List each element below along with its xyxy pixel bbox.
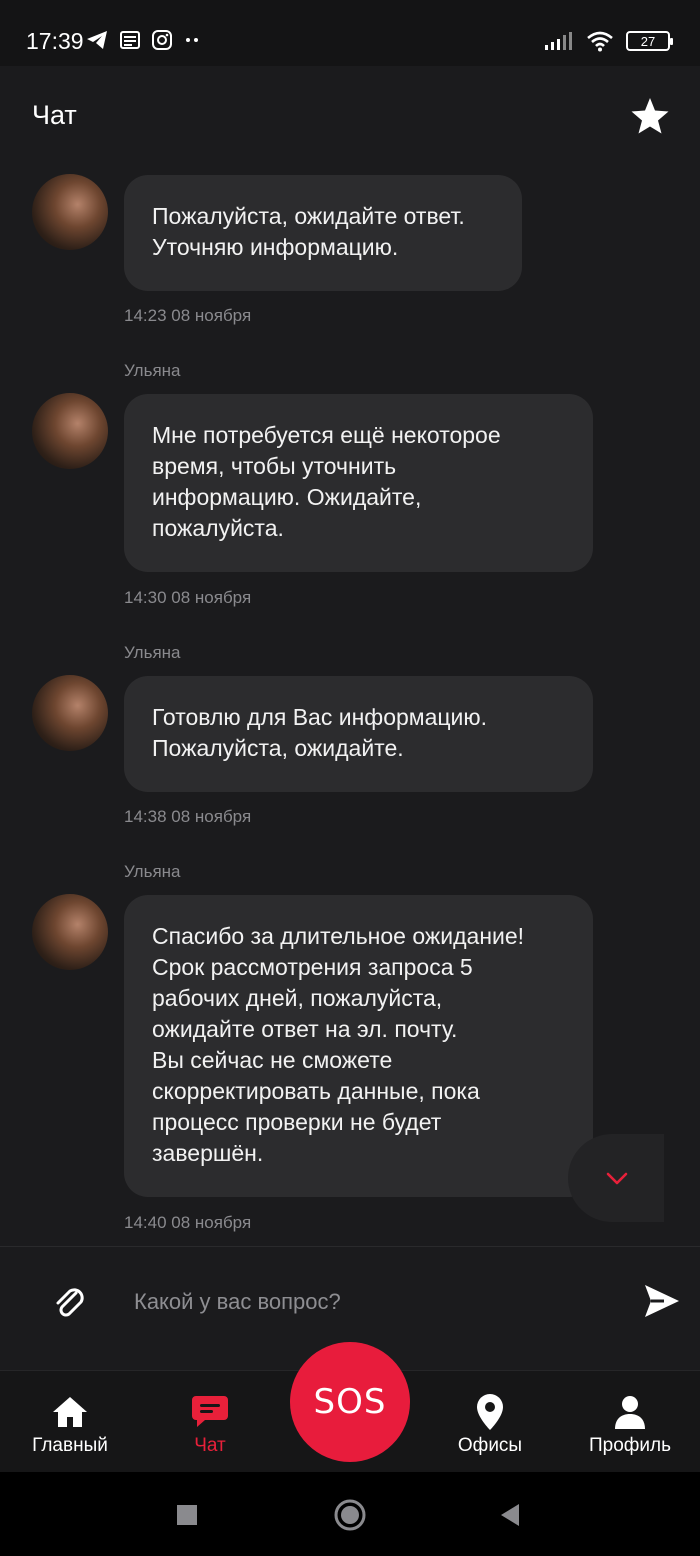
message-timestamp: 14:23 08 ноября xyxy=(124,306,252,325)
wifi-icon xyxy=(587,31,613,52)
message-line: Спасибо за длительное ожидание! xyxy=(152,923,525,949)
instagram-icon xyxy=(152,30,172,50)
message-line: Пожалуйста, ожидайте ответ. xyxy=(152,203,465,229)
message-bubble: Пожалуйста, ожидайте ответ. Уточняю инфо… xyxy=(124,175,522,291)
paperclip-icon[interactable] xyxy=(48,1281,92,1325)
message-timestamp: 14:30 08 ноября xyxy=(124,588,252,607)
news-icon xyxy=(120,31,140,49)
agent-avatar xyxy=(32,675,108,751)
message-bubble: Мне потребуется ещё некоторое время, что… xyxy=(124,394,593,572)
chat-header: Чат xyxy=(0,66,700,166)
agent-avatar xyxy=(32,393,108,469)
message-line: информацию. Ожидайте, xyxy=(152,484,422,510)
message-line: Срок рассмотрения запроса 5 xyxy=(152,954,473,980)
system-navigation-bar xyxy=(0,1472,700,1556)
send-icon[interactable] xyxy=(642,1281,682,1321)
sender-name: Ульяна xyxy=(124,361,181,380)
nav-offices-label: Офисы xyxy=(457,1435,523,1456)
message-line: пожалуйста. xyxy=(152,515,284,541)
telegram-icon xyxy=(87,31,107,49)
nav-home-label: Главный xyxy=(32,1435,108,1456)
nav-profile[interactable]: Профиль xyxy=(560,1371,700,1473)
message-line: Мне потребуется ещё некоторое xyxy=(152,422,501,448)
battery-indicator: 27 xyxy=(626,31,673,51)
status-time: 17:39 xyxy=(26,28,84,54)
more-dots-icon xyxy=(186,38,198,42)
message-bubble: Спасибо за длительное ожидание! Срок рас… xyxy=(124,895,593,1197)
message-line: процесс проверки не будет xyxy=(152,1109,442,1135)
back-icon[interactable] xyxy=(494,1498,528,1532)
system-status-icons: 27 xyxy=(544,30,673,52)
message-timestamp: 14:38 08 ноября xyxy=(124,807,252,826)
nav-chat[interactable]: Чат xyxy=(140,1371,280,1473)
message-bubble: Готовлю для Вас информацию. Пожалуйста, … xyxy=(124,676,593,792)
message-line: скорректировать данные, пока xyxy=(152,1078,480,1104)
message-line: Вы сейчас не сможете xyxy=(152,1047,393,1073)
message-line: Уточняю информацию. xyxy=(152,234,399,260)
message-line: рабочих дней, пожалуйста, xyxy=(152,985,443,1011)
chat-icon xyxy=(192,1396,228,1427)
agent-avatar xyxy=(32,894,108,970)
message-line: Пожалуйста, ожидайте. xyxy=(152,735,404,761)
nav-home[interactable]: Главный xyxy=(0,1371,140,1473)
agent-avatar xyxy=(32,174,108,250)
page-title: Чат xyxy=(32,100,77,130)
message-line: завершён. xyxy=(152,1140,264,1166)
person-icon xyxy=(615,1396,645,1429)
scroll-down-button[interactable] xyxy=(568,1134,664,1222)
message-line: время, чтобы уточнить xyxy=(152,453,397,479)
sender-name: Ульяна xyxy=(124,862,181,881)
sender-name: Ульяна xyxy=(124,643,181,662)
chevron-down-icon xyxy=(606,1172,628,1185)
recents-icon[interactable] xyxy=(170,1498,204,1532)
status-bar: 17:39 27 xyxy=(0,0,700,66)
message-timestamp: 14:40 08 ноября xyxy=(124,1213,252,1232)
signal-icon xyxy=(545,32,572,50)
nav-offices[interactable]: Офисы xyxy=(420,1371,560,1473)
nav-chat-label: Чат xyxy=(194,1435,226,1456)
location-pin-icon xyxy=(477,1394,503,1430)
message-line: ожидайте ответ на эл. почту. xyxy=(152,1016,458,1042)
star-icon[interactable] xyxy=(630,96,670,136)
nav-profile-label: Профиль xyxy=(588,1435,672,1456)
notification-icons xyxy=(86,30,200,50)
sos-button[interactable]: SOS xyxy=(290,1342,410,1462)
question-input[interactable] xyxy=(134,1283,604,1321)
home-icon xyxy=(53,1397,87,1427)
home-circle-icon[interactable] xyxy=(333,1498,367,1532)
message-line: Готовлю для Вас информацию. xyxy=(152,704,488,730)
